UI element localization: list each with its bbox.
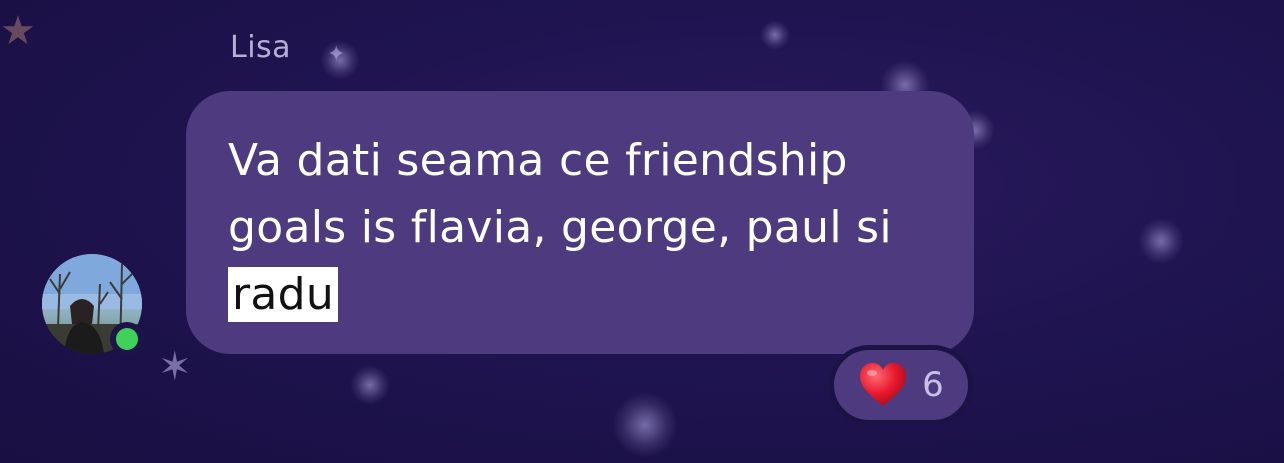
sender-name[interactable]: Lisa: [230, 30, 291, 65]
background-star-icon: ★: [0, 8, 36, 54]
message-line: Va dati seama ce friendship: [228, 135, 848, 186]
online-dot-icon: [116, 328, 138, 350]
reaction-count: 6: [922, 365, 944, 405]
reaction-pill[interactable]: 6: [829, 345, 973, 425]
background-sparkle: [350, 365, 390, 405]
background-sparkle: [760, 20, 790, 50]
message-text: Va dati seama ce friendship goals is fla…: [228, 127, 934, 328]
background-star-icon: ✶: [158, 344, 192, 390]
online-status-indicator: [110, 322, 144, 356]
message-line: radu: [228, 261, 934, 328]
message-bubble[interactable]: Va dati seama ce friendship goals is fla…: [186, 91, 974, 354]
heart-icon: [858, 362, 908, 408]
message-line: goals is flavia, george, paul si: [228, 202, 892, 253]
background-sparkle: [612, 392, 678, 458]
background-sparkle: [1138, 218, 1184, 264]
mention-highlight[interactable]: radu: [228, 267, 339, 322]
background-star-icon: ✦: [327, 42, 346, 67]
